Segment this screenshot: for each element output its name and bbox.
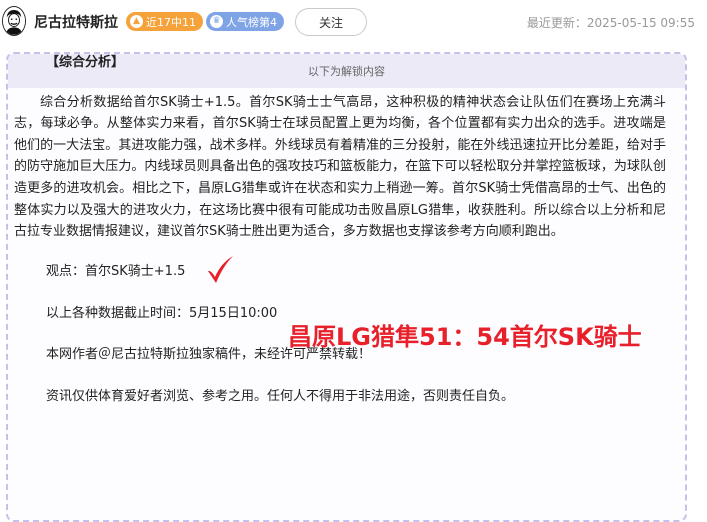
author-avatar[interactable]	[2, 6, 26, 36]
opinion-text: 观点：首尔SK骑士+1.5	[46, 263, 186, 279]
recent-record-badge: ▲ 近17中11	[126, 12, 203, 31]
tesla-portrait-avatar-icon	[3, 7, 25, 35]
recent-record-text: 近17中11	[146, 15, 196, 29]
disclaimer-text: 资讯仅供体育爱好者浏览、参考之用。任何人不得用于非法用途，否则责任自负。	[46, 388, 515, 404]
opinion-row: 观点：首尔SK骑士+1.5	[14, 255, 666, 283]
popularity-rank-text: 人气榜第4	[226, 15, 277, 29]
popularity-rank-badge: ♛ 人气榜第4	[206, 12, 284, 31]
section-title: 【综合分析】	[46, 55, 125, 70]
author-header: 尼古拉特斯拉 ▲ 近17中11 ♛ 人气榜第4 关注 最近更新：2025-05-…	[0, 0, 707, 44]
final-score-overlay: 昌原LG猎隼51：54首尔SK骑士	[288, 323, 642, 351]
last-updated-time: 最近更新：2025-05-15 09:55	[526, 16, 695, 30]
analysis-paragraph: 综合分析数据给首尔SK骑士+1.5。首尔SK骑士士气高昂，这种积极的精神状态会让…	[14, 94, 666, 240]
flame-icon: ▲	[130, 15, 143, 28]
crown-icon: ♛	[210, 15, 223, 28]
follow-button[interactable]: 关注	[295, 8, 367, 36]
article-content: 【综合分析】 综合分析数据给首尔SK骑士+1.5。首尔SK骑士士气高昂，这种积极…	[14, 52, 666, 408]
author-name[interactable]: 尼古拉特斯拉	[34, 12, 118, 32]
check-mark-icon	[208, 255, 233, 283]
